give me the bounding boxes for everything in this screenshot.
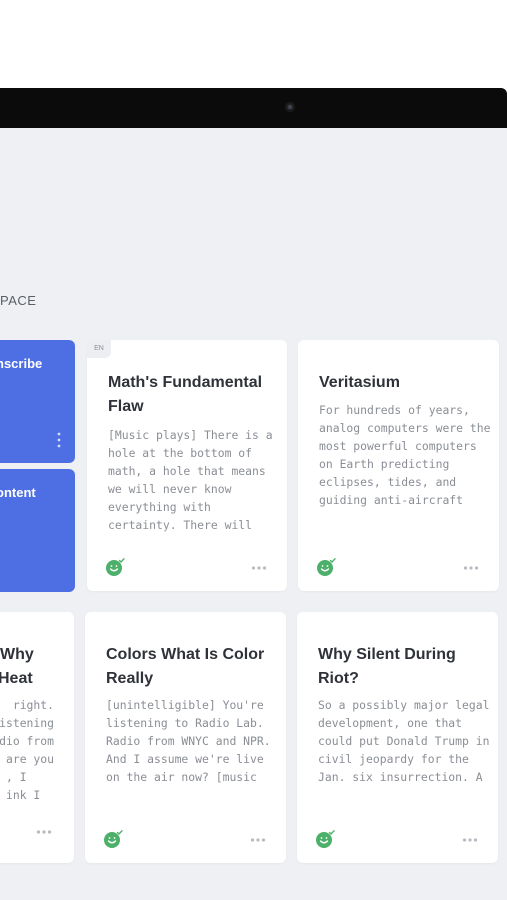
kebab-menu-icon[interactable] (57, 432, 61, 448)
content-card-label: ontent (0, 485, 36, 500)
card-excerpt: For hundreds of years, analog computers … (319, 403, 491, 507)
more-options-icon[interactable] (250, 837, 266, 843)
smile-check-icon (106, 558, 125, 576)
device-bezel (0, 88, 507, 128)
transcript-card[interactable]: Why Silent During Riot? So a possibly ma… (297, 612, 498, 863)
card-title: Math's Fundamental Flaw (108, 374, 263, 415)
language-badge: EN (87, 340, 111, 358)
card-title-line: Heat (0, 670, 33, 687)
card-title: Colors What Is Color Really (106, 646, 265, 687)
card-title: Why Heat (0, 643, 34, 691)
transcript-card[interactable]: EN Math's Fundamental Flaw [Music plays]… (87, 340, 287, 591)
section-label: PACE (0, 293, 37, 308)
excerpt-line: , I (6, 770, 27, 784)
more-options-icon[interactable] (463, 565, 479, 571)
smile-check-icon (104, 830, 123, 848)
top-margin (0, 0, 507, 88)
more-options-icon[interactable] (251, 565, 267, 571)
more-options-icon[interactable] (462, 837, 478, 843)
subscribe-card[interactable]: nscribe (0, 340, 75, 463)
card-excerpt: [unintelligible] You're listening to Rad… (106, 698, 271, 784)
card-title: Veritasium (319, 374, 400, 391)
card-excerpt: [Music plays] There is a hole at the bot… (108, 426, 283, 538)
subscribe-card-label: nscribe (0, 356, 43, 371)
card-title-line: Why (0, 646, 34, 663)
card-excerpt: right. istening dio from are you , I ink… (0, 696, 54, 804)
transcript-card[interactable]: Colors What Is Color Really [unintelligi… (85, 612, 286, 863)
camera-icon (285, 102, 295, 112)
smile-check-icon (316, 830, 335, 848)
excerpt-line: ink I (6, 788, 41, 802)
card-excerpt: So a possibly major legal development, o… (318, 698, 490, 784)
excerpt-line: are you (5, 752, 54, 766)
transcript-card[interactable]: Veritasium For hundreds of years, analog… (298, 340, 499, 591)
card-title: Why Silent During Riot? (318, 646, 456, 687)
excerpt-line: right. (12, 698, 54, 712)
content-card[interactable]: ontent (0, 469, 75, 592)
app-screen: PACE nscribe ontent EN Math's Fundamenta… (0, 128, 507, 900)
smile-check-icon (317, 558, 336, 576)
excerpt-line: istening (0, 716, 54, 730)
excerpt-line: dio from (0, 734, 54, 748)
transcript-card[interactable]: Why Heat right. istening dio from are yo… (0, 612, 74, 863)
more-options-icon[interactable] (36, 829, 52, 835)
